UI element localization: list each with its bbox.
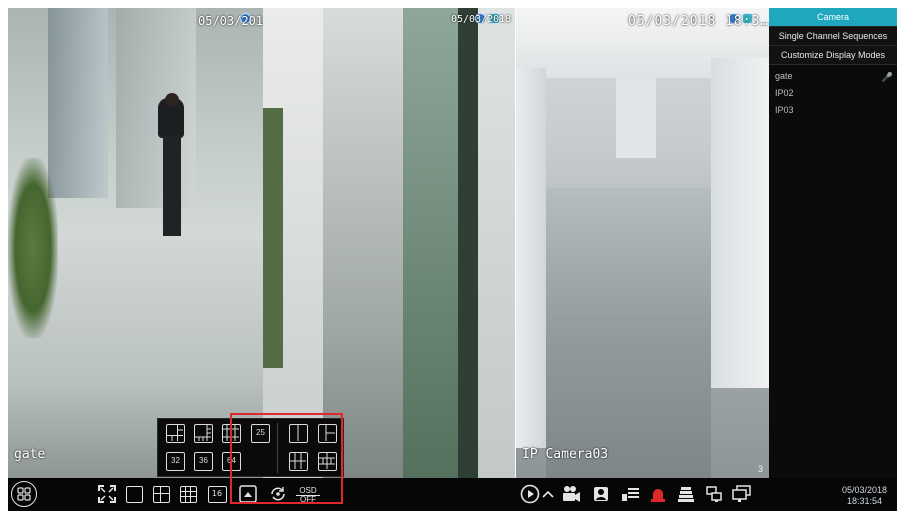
system-clock: 05/03/2018 18:31:54: [842, 485, 887, 507]
glass-frame: [458, 8, 478, 478]
clock-date: 05/03/2018: [841, 485, 887, 495]
layout-16-icon: 16: [207, 485, 227, 503]
fullscreen-button[interactable]: [97, 484, 117, 504]
playback-menu-button[interactable]: [541, 484, 555, 504]
layout-6-button[interactable]: [166, 424, 185, 443]
door-frame: [263, 108, 283, 368]
osd-label: OSD: [299, 486, 317, 495]
microphone-icon: 🎤: [881, 72, 893, 82]
monitors-icon: [732, 485, 751, 502]
snapshot-button[interactable]: [591, 484, 611, 504]
tile3-channel-number: 3: [757, 464, 763, 474]
alarm-light-icon: [651, 489, 665, 502]
camera-list-item[interactable]: IP03: [769, 102, 897, 119]
network-button[interactable]: [704, 484, 724, 504]
event-list-button[interactable]: [621, 484, 641, 504]
person-legs: [163, 136, 181, 236]
camera-list-item[interactable]: IP02: [769, 85, 897, 102]
popup-divider: [277, 423, 278, 473]
tab-customize-display-modes[interactable]: Customize Display Modes: [769, 46, 897, 65]
layout-9-button[interactable]: [178, 484, 198, 504]
camera-list-label: IP03: [775, 105, 794, 115]
layout-36-button[interactable]: 36: [194, 452, 213, 471]
camera-list-label: IP02: [775, 88, 794, 98]
person-head: [165, 93, 179, 107]
person-snapshot-icon: [594, 487, 608, 501]
rotate-view-button[interactable]: [268, 484, 288, 504]
expand-up-icon: [239, 485, 257, 503]
layout-5-button[interactable]: [318, 452, 337, 471]
layout-2-vertical-icon: [297, 425, 299, 441]
list-icon: [622, 488, 639, 501]
corridor-end: [616, 78, 656, 158]
menu-grid-icon: [17, 487, 31, 501]
layout-more-button[interactable]: [238, 484, 258, 504]
layout-32-button[interactable]: 32: [166, 452, 185, 471]
disk-info-button[interactable]: [676, 484, 696, 504]
tile1-camera-name: gate: [14, 447, 46, 462]
start-menu-button[interactable]: [11, 481, 37, 507]
wall-left: [516, 68, 546, 448]
tab-single-channel-sequences[interactable]: Single Channel Sequences: [769, 27, 897, 46]
manual-record-button[interactable]: [561, 484, 581, 504]
clock-time: 18:31:54: [846, 496, 882, 506]
camera-list-item[interactable]: gate 🎤: [769, 68, 897, 85]
wall-panel: [116, 8, 196, 208]
layout-13-button[interactable]: [222, 424, 241, 443]
layout-4-button[interactable]: [151, 484, 171, 504]
layout-64-button[interactable]: 64: [222, 452, 241, 471]
layout-1-icon: [125, 485, 143, 503]
fullscreen-icon: [98, 485, 116, 503]
corridor: [323, 8, 403, 478]
camera-list: gate 🎤 IP02 IP03: [769, 65, 897, 119]
wall-right: [711, 58, 769, 388]
osd-state: OFF: [296, 495, 320, 504]
video-tile-gate[interactable]: 05/03/2018 18:3… gate: [8, 8, 263, 478]
bottom-toolbar: 16 OSD OFF 05/03/2018 18:31:54: [8, 478, 897, 511]
layout-4-icon: [152, 485, 170, 503]
video-camera-icon: [563, 486, 580, 502]
layout-8-button[interactable]: [194, 424, 213, 443]
tab-camera[interactable]: Camera: [769, 8, 897, 27]
layout-13-icon: [223, 425, 239, 441]
layout-4-alt-icon: [290, 453, 306, 469]
playback-button[interactable]: [520, 484, 540, 504]
layout-3-button[interactable]: [318, 424, 337, 443]
camera-list-label: gate: [775, 71, 793, 81]
nvr-live-view: 05/03/2018 18:3… gate 05/03/2018 18:31:5…: [0, 0, 897, 511]
glass-wall: [403, 8, 458, 478]
tile3-camera-name: IP Camera03: [522, 447, 609, 462]
chevron-up-icon: [542, 490, 554, 498]
layout-2-vertical-button[interactable]: [289, 424, 308, 443]
layout-9-icon: [179, 485, 197, 503]
floor: [546, 188, 711, 478]
layout-8-icon: [195, 425, 211, 441]
video-tile-ip03[interactable]: 05/03/2018 18:3…7 IP Camera03 3: [516, 8, 769, 478]
alarm-button[interactable]: [648, 484, 668, 504]
plant: [8, 158, 58, 338]
layout-3-icon: [325, 425, 335, 441]
layout-4-alt-button[interactable]: [289, 452, 308, 471]
tile2-datetime: 05/03/2018 18:31:5…: [451, 14, 515, 25]
layout-1-button[interactable]: [124, 484, 144, 504]
play-circle-icon: [520, 484, 540, 504]
layout-25-button[interactable]: 25: [251, 424, 270, 443]
storage-icon: [678, 487, 694, 502]
rotate-icon: [271, 487, 285, 501]
osd-toggle-button[interactable]: OSD OFF: [296, 487, 320, 504]
tile1-datetime: 05/03/2018 18:3…: [198, 14, 263, 28]
layout-popup: 25 32 36 64: [157, 418, 344, 477]
network-monitor-icon: [706, 486, 722, 502]
camera-panel: Camera Single Channel Sequences Customiz…: [769, 8, 897, 478]
tile3-datetime: 05/03/2018 18:3…7: [628, 14, 769, 29]
layout-6-icon: [167, 425, 183, 441]
video-tile-ip02[interactable]: 05/03/2018 18:31:5…: [263, 8, 515, 478]
main-monitor-button[interactable]: [732, 484, 752, 504]
layout-16-button[interactable]: 16: [207, 484, 227, 504]
layout-5-icon: [319, 453, 335, 469]
wall-right: [478, 8, 515, 478]
